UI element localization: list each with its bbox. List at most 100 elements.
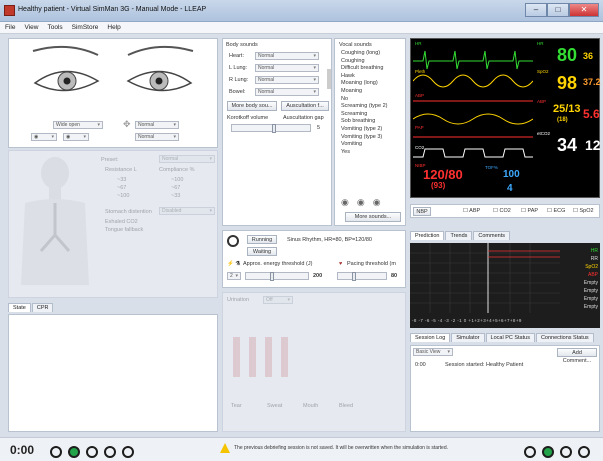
pause-button-right[interactable] xyxy=(542,446,554,458)
eye-left-select[interactable]: Normal xyxy=(135,121,179,129)
reset-button[interactable] xyxy=(104,446,116,458)
vocal-item[interactable]: Moaning xyxy=(341,88,405,96)
more-body-sounds-button[interactable]: More body sou... xyxy=(227,101,277,111)
spinner-input[interactable]: 2 xyxy=(227,272,241,280)
auscultation-button[interactable]: Auscultation f... xyxy=(281,101,329,111)
menu-tools[interactable]: Tools xyxy=(42,22,66,31)
vocal-item[interactable]: Screaming (type 2) xyxy=(341,103,405,111)
nbp-button[interactable]: NBP xyxy=(413,207,431,216)
r-lung-select[interactable]: Normal xyxy=(255,76,319,84)
eyes-select[interactable]: Wide open xyxy=(53,121,103,129)
maximize-button[interactable]: □ xyxy=(547,3,569,17)
play-button[interactable] xyxy=(50,446,62,458)
pupil-left-select[interactable]: ◉ xyxy=(31,133,57,141)
korotkoff-knob[interactable] xyxy=(272,124,276,133)
more-sounds-button[interactable]: More sounds... xyxy=(345,212,401,222)
l-lung-select[interactable]: Normal xyxy=(255,64,319,72)
mouth-checkbox[interactable]: Mouth xyxy=(303,403,318,409)
fluid-bar[interactable] xyxy=(249,337,256,377)
add-comment-button[interactable]: Add Comment... xyxy=(557,348,597,364)
body-sounds-panel: Body sounds Heart: Normal L Lung: Normal… xyxy=(222,38,332,226)
tab-local-pc-status[interactable]: Local PC Status xyxy=(485,333,535,342)
play-button-right[interactable] xyxy=(524,446,536,458)
fluid-bar[interactable] xyxy=(265,337,272,377)
korotkoff-slider[interactable] xyxy=(231,124,311,133)
vocal-item[interactable]: Sob breathing xyxy=(341,118,405,126)
vocal-item[interactable]: No xyxy=(341,96,405,104)
vocal-item[interactable]: Vomiting (type 2) xyxy=(341,126,405,134)
menu-file[interactable]: File xyxy=(0,22,19,31)
vocal-item[interactable]: Vomiting (type 3) xyxy=(341,134,405,142)
title-bar: Healthy patient - Virtual SimMan 3G - Ma… xyxy=(0,0,603,22)
sweat-checkbox[interactable]: Sweat xyxy=(267,403,282,409)
stomach-select[interactable]: Disabled xyxy=(159,207,215,215)
minimize-button[interactable]: – xyxy=(525,3,547,17)
fluid-bar[interactable] xyxy=(233,337,240,377)
tab-comments[interactable]: Comments xyxy=(473,231,510,240)
legend-item: ABP xyxy=(587,272,598,278)
compliance-option[interactable]: ~67 xyxy=(171,185,180,191)
vocal-item[interactable]: Hawk xyxy=(341,73,405,81)
tab-trends[interactable]: Trends xyxy=(445,231,473,240)
tab-session-log[interactable]: Session Log xyxy=(410,333,451,342)
etco2-label: etCO2 xyxy=(537,131,551,136)
bowel-select[interactable]: Normal xyxy=(255,88,319,96)
log-time: 0:00 xyxy=(415,362,426,368)
pacing-knob[interactable] xyxy=(352,272,356,281)
co2-checkbox[interactable]: ☐ CO2 xyxy=(493,208,511,214)
resistance-option[interactable]: ~67 xyxy=(117,185,126,191)
pap-checkbox[interactable]: ☐ PAP xyxy=(521,208,538,214)
eye-right-select[interactable]: Normal xyxy=(135,133,179,141)
vocal-item[interactable]: Difficult breathing xyxy=(341,65,405,73)
ecg-toggle-label: ECG xyxy=(553,208,566,214)
tab-prediction[interactable]: Prediction xyxy=(410,231,445,240)
abp-checkbox[interactable]: ☐ ABP xyxy=(463,208,480,214)
heart-select[interactable]: Normal xyxy=(255,52,319,60)
menu-simstore[interactable]: SimStore xyxy=(67,22,103,31)
tongue-checkbox[interactable]: Tongue fallback xyxy=(105,227,143,233)
vocal-item[interactable]: Coughing xyxy=(341,58,405,66)
tab-simulator[interactable]: Simulator xyxy=(451,333,485,342)
view-select[interactable]: Basic View xyxy=(413,348,453,356)
energy-knob[interactable] xyxy=(270,272,274,281)
vocal-item[interactable]: Vomiting xyxy=(341,141,405,149)
menu-help[interactable]: Help xyxy=(102,22,124,31)
vocal-item[interactable]: Coughing (long) xyxy=(341,50,405,58)
fluid-bar[interactable] xyxy=(281,337,288,377)
axis-tick: +9 xyxy=(515,318,522,323)
pupil-right-select[interactable]: ◉ xyxy=(63,133,89,141)
vocal-item[interactable]: Screaming xyxy=(341,111,405,119)
gap-value: 5 xyxy=(317,125,321,131)
close-button[interactable]: ✕ xyxy=(569,3,599,17)
tab-cpr[interactable]: CPR xyxy=(31,303,54,312)
resistance-option[interactable]: ~33 xyxy=(117,177,126,183)
refresh-icon[interactable] xyxy=(227,235,239,247)
compliance-option[interactable]: ~100 xyxy=(171,177,183,183)
compliance-option[interactable]: ~33 xyxy=(171,193,180,199)
exhaled-co2-checkbox[interactable]: Exhaled CO2 xyxy=(105,219,138,225)
resistance-option[interactable]: ~100 xyxy=(117,193,129,199)
bleed-checkbox[interactable]: Bleed xyxy=(339,403,353,409)
vocal-item[interactable]: Yes xyxy=(341,149,405,157)
ecg-checkbox[interactable]: ☐ ECG xyxy=(547,208,565,214)
settings-button[interactable] xyxy=(578,446,590,458)
waiting-button[interactable]: Waiting xyxy=(247,247,277,256)
tab-state[interactable]: State xyxy=(8,303,31,312)
spo2-checkbox[interactable]: ☐ SpO2 xyxy=(573,208,594,214)
stop-button[interactable] xyxy=(86,446,98,458)
tear-checkbox[interactable]: Tear xyxy=(231,403,242,409)
pause-button[interactable] xyxy=(68,446,80,458)
menu-view[interactable]: View xyxy=(19,22,42,31)
energy-slider[interactable] xyxy=(245,272,309,281)
urination-select[interactable]: Off xyxy=(263,296,293,304)
record-button[interactable] xyxy=(122,446,134,458)
running-button[interactable]: Running xyxy=(247,235,277,244)
window-title: Healthy patient - Virtual SimMan 3G - Ma… xyxy=(18,6,207,13)
event-button[interactable] xyxy=(560,446,572,458)
scrollbar[interactable] xyxy=(327,69,331,89)
vocal-item[interactable]: Moaning (long) xyxy=(341,80,405,88)
playback-controls[interactable]: ◉◉◉ xyxy=(341,197,389,208)
preset-select[interactable]: Normal xyxy=(159,155,215,163)
pacing-slider[interactable] xyxy=(337,272,387,281)
tab-connections-status[interactable]: Connections Status xyxy=(535,333,594,342)
